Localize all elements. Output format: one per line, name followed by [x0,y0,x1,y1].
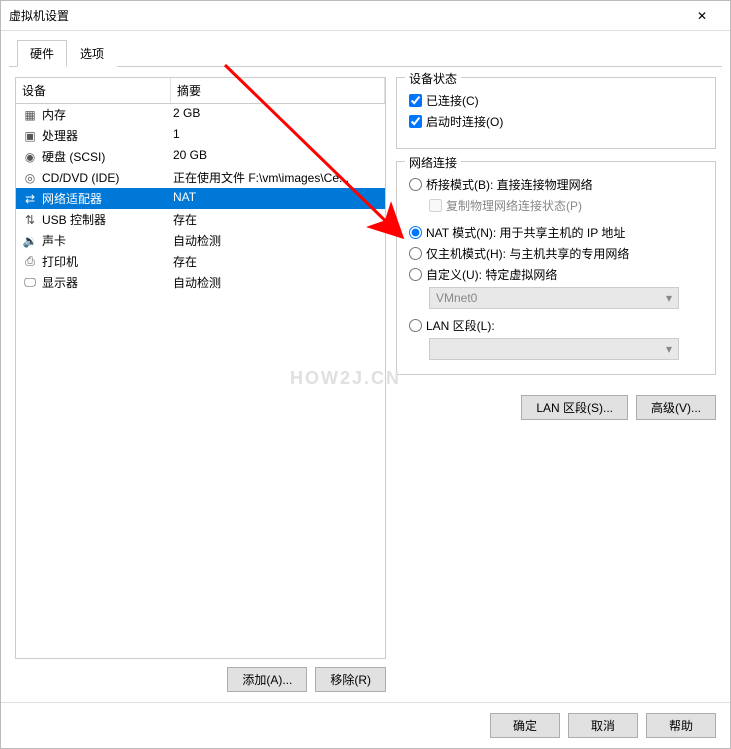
close-icon: ✕ [697,9,707,23]
printer-icon: ⎙ [22,254,38,270]
device-status-title: 设备状态 [405,70,461,87]
sound-icon: 🔉 [22,233,38,249]
memory-icon: ▦ [22,107,38,123]
chevron-down-icon: ▾ [666,291,672,305]
lan-segments-button[interactable]: LAN 区段(S)... [521,395,628,420]
list-header: 设备 摘要 [16,78,385,104]
cd-icon: ◎ [22,170,38,186]
right-panel: 设备状态 已连接(C) 启动时连接(O) 网络连接 桥接模式(B): 直接连接物… [396,77,716,692]
custom-row: 自定义(U): 特定虚拟网络 [409,266,703,283]
usb-icon: ⇅ [22,212,38,228]
device-row[interactable]: ◎ CD/DVD (IDE) 正在使用文件 F:\vm\images\Ce... [16,167,385,188]
device-row[interactable]: ⎙打印机 存在 [16,251,385,272]
tab-bar: 硬件 选项 [9,35,722,67]
hostonly-label: 仅主机模式(H): 与主机共享的专用网络 [426,245,629,262]
lan-label: LAN 区段(L): [426,317,495,334]
device-name: 声卡 [42,232,66,249]
device-name: 网络适配器 [42,190,102,207]
device-name: 打印机 [42,253,78,270]
disk-icon: ◉ [22,149,38,165]
device-summary: 1 [171,127,385,144]
connected-row: 已连接(C) [409,92,703,109]
content-area: 设备 摘要 ▦内存 2 GB ▣处理器 1 ◉硬盘 (SCSI) 20 GB ◎ CD/DVD… [1,67,730,702]
custom-label: 自定义(U): 特定虚拟网络 [426,266,557,283]
connected-checkbox[interactable] [409,94,422,107]
lan-radio[interactable] [409,319,422,332]
column-device[interactable]: 设备 [16,78,171,103]
bridged-label: 桥接模式(B): 直接连接物理网络 [426,176,593,193]
cancel-button[interactable]: 取消 [568,713,638,738]
device-row[interactable]: 🖵显示器 自动检测 [16,272,385,293]
device-summary: 20 GB [171,148,385,165]
bridged-radio[interactable] [409,178,422,191]
add-button[interactable]: 添加(A)... [227,667,307,692]
device-summary: 2 GB [171,106,385,123]
device-name: 硬盘 (SCSI) [42,148,105,165]
chevron-down-icon: ▾ [666,342,672,356]
net-icon: ⇄ [22,191,38,207]
remove-button[interactable]: 移除(R) [315,667,386,692]
vm-settings-dialog: 虚拟机设置 ✕ 硬件 选项 设备 摘要 ▦内存 2 GB ▣处理器 1 ◉硬盘 (SCS… [0,0,731,749]
tab-hardware[interactable]: 硬件 [17,40,67,67]
device-row[interactable]: ⇄网络适配器 NAT [16,188,385,209]
device-summary: 自动检测 [171,232,385,249]
left-button-row: 添加(A)... 移除(R) [15,667,386,692]
left-panel: 设备 摘要 ▦内存 2 GB ▣处理器 1 ◉硬盘 (SCSI) 20 GB ◎ CD/DVD… [15,77,386,692]
network-connection-group: 网络连接 桥接模式(B): 直接连接物理网络 复制物理网络连接状态(P) NAT… [396,161,716,375]
titlebar: 虚拟机设置 ✕ [1,1,730,31]
nat-row: NAT 模式(N): 用于共享主机的 IP 地址 [409,224,703,241]
device-row[interactable]: ▦内存 2 GB [16,104,385,125]
device-row[interactable]: 🔉声卡 自动检测 [16,230,385,251]
display-icon: 🖵 [22,275,38,291]
connect-on-checkbox[interactable] [409,115,422,128]
device-name: USB 控制器 [42,211,106,228]
device-summary: 存在 [171,253,385,270]
hostonly-radio[interactable] [409,247,422,260]
device-list[interactable]: 设备 摘要 ▦内存 2 GB ▣处理器 1 ◉硬盘 (SCSI) 20 GB ◎ CD/DVD… [15,77,386,659]
device-row[interactable]: ▣处理器 1 [16,125,385,146]
nat-radio[interactable] [409,226,422,239]
network-title: 网络连接 [405,154,461,171]
connect-on-label: 启动时连接(O) [426,113,503,130]
device-name: CD/DVD (IDE) [42,171,119,185]
nat-label: NAT 模式(N): 用于共享主机的 IP 地址 [426,224,625,241]
lan-select: ▾ [429,338,679,360]
custom-radio[interactable] [409,268,422,281]
device-summary: 正在使用文件 F:\vm\images\Ce... [171,169,385,186]
device-name: 内存 [42,106,66,123]
device-name: 处理器 [42,127,78,144]
device-row[interactable]: ⇅USB 控制器 存在 [16,209,385,230]
help-button[interactable]: 帮助 [646,713,716,738]
dialog-footer: 确定 取消 帮助 [1,702,730,748]
tab-options[interactable]: 选项 [67,40,117,67]
device-status-group: 设备状态 已连接(C) 启动时连接(O) [396,77,716,149]
lan-row: LAN 区段(L): [409,317,703,334]
replicate-checkbox [429,199,442,212]
device-summary: 自动检测 [171,274,385,291]
replicate-label: 复制物理网络连接状态(P) [446,197,582,214]
cpu-icon: ▣ [22,128,38,144]
device-name: 显示器 [42,274,78,291]
custom-select-value: VMnet0 [436,291,477,305]
column-summary[interactable]: 摘要 [171,78,385,103]
close-button[interactable]: ✕ [682,2,722,30]
replicate-row: 复制物理网络连接状态(P) [429,197,703,214]
hostonly-row: 仅主机模式(H): 与主机共享的专用网络 [409,245,703,262]
custom-select: VMnet0 ▾ [429,287,679,309]
device-summary: NAT [171,190,385,207]
bridged-row: 桥接模式(B): 直接连接物理网络 [409,176,703,193]
right-button-row: LAN 区段(S)... 高级(V)... [396,395,716,420]
connected-label: 已连接(C) [426,92,479,109]
device-row[interactable]: ◉硬盘 (SCSI) 20 GB [16,146,385,167]
dialog-title: 虚拟机设置 [9,7,682,24]
ok-button[interactable]: 确定 [490,713,560,738]
connect-on-row: 启动时连接(O) [409,113,703,130]
advanced-button[interactable]: 高级(V)... [636,395,716,420]
device-summary: 存在 [171,211,385,228]
